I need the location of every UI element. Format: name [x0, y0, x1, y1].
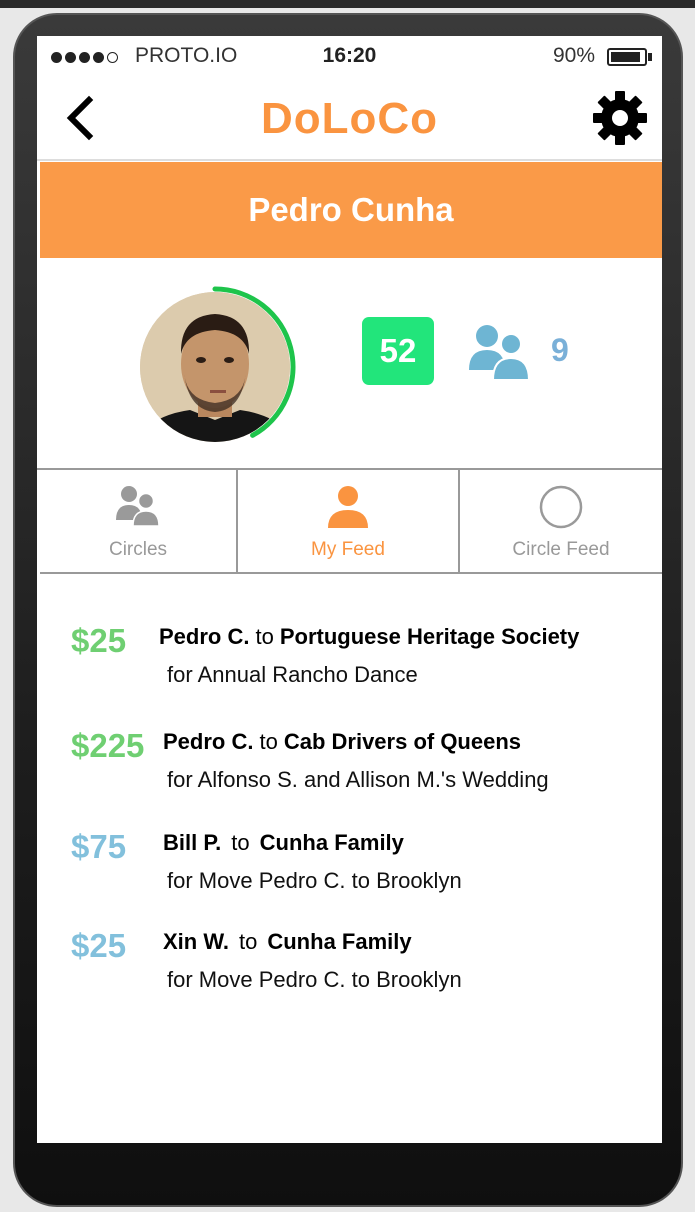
tab-circle-feed[interactable]: Circle Feed	[460, 470, 662, 572]
avatar-with-progress[interactable]	[137, 270, 323, 456]
feed-purpose: for Move Pedro C. to Brooklyn	[167, 868, 462, 893]
feed-amount: $225	[71, 727, 145, 764]
circles-count: 9	[551, 332, 569, 368]
tab-circles-label: Circles	[108, 539, 168, 560]
feed-tabs: Circles My Feed Circle Feed	[40, 470, 662, 572]
top-navigation: DoLoCo	[37, 80, 662, 160]
feed-recipient: Portuguese Heritage Society	[279, 624, 580, 649]
feed-item[interactable]: $25 Xin W. to Cunha Family for Move Pedro …	[37, 911, 662, 1001]
battery-icon	[607, 48, 647, 66]
gear-icon	[593, 91, 647, 145]
feed-recipient: Cab Drivers of Queens	[283, 729, 522, 754]
app-screen: PROTO.IO 16:20 90% DoLoCo Pedro Cunha 52…	[37, 36, 662, 1143]
feed-item[interactable]: $225 Pedro C. to Cab Drivers of Queens for…	[37, 711, 662, 801]
circle-icon	[539, 485, 583, 529]
app-title: DoLoCo	[260, 94, 439, 143]
tab-my-feed-label: My Feed	[311, 539, 385, 560]
feed-sender: Bill P.	[163, 830, 222, 855]
profile-name: Pedro Cunha	[248, 191, 454, 228]
battery-percentage: 90%	[552, 44, 595, 67]
feed-amount: $25	[71, 622, 127, 659]
feed-title: Pedro C. to Cab Drivers of Queens	[163, 729, 521, 755]
person-icon	[328, 486, 368, 528]
feed-recipient: Cunha Family	[267, 929, 412, 954]
score-badge: 52	[362, 317, 434, 385]
feed-recipient: Cunha Family	[259, 830, 404, 855]
feed-amount: $25	[71, 927, 127, 964]
feed-item[interactable]: $75 Bill P. to Cunha Family for Move Pedro…	[37, 812, 662, 902]
feed-to-word: to	[259, 729, 278, 754]
feed-to-word: to	[231, 830, 250, 855]
status-bar: PROTO.IO 16:20 90%	[37, 36, 662, 80]
feed-sender: Pedro C.	[163, 729, 254, 754]
avatar	[140, 292, 290, 442]
settings-button[interactable]	[592, 90, 648, 146]
battery-tip	[648, 53, 652, 61]
feed-title: Bill P. to Cunha Family	[163, 830, 404, 856]
feed-sender: Xin W.	[163, 929, 229, 954]
profile-name-banner: Pedro Cunha	[40, 162, 662, 258]
feed-purpose: for Annual Rancho Dance	[167, 662, 418, 687]
tabs-divider	[40, 572, 662, 574]
tab-circle-feed-label: Circle Feed	[512, 539, 610, 560]
people-icon	[116, 486, 160, 526]
window-top-bar	[0, 0, 695, 8]
profile-summary: 52 9	[37, 258, 662, 470]
tab-my-feed[interactable]: My Feed	[238, 470, 460, 572]
feed-amount: $75	[71, 828, 127, 865]
feed-title: Xin W. to Cunha Family	[163, 929, 412, 955]
feed-to-word: to	[239, 929, 258, 954]
nav-divider	[37, 159, 662, 161]
feed-item[interactable]: $25 Pedro C. to Portuguese Heritage Societ…	[37, 606, 662, 696]
people-icon	[469, 325, 531, 380]
feed-sender: Pedro C.	[159, 624, 250, 649]
feed-purpose: for Move Pedro C. to Brooklyn	[167, 967, 462, 992]
tab-circles[interactable]: Circles	[40, 470, 238, 572]
feed-to-word: to	[255, 624, 274, 649]
feed-purpose: for Alfonso S. and Allison M.'s Wedding	[167, 767, 549, 792]
feed-title: Pedro C. to Portuguese Heritage Society	[159, 624, 579, 650]
